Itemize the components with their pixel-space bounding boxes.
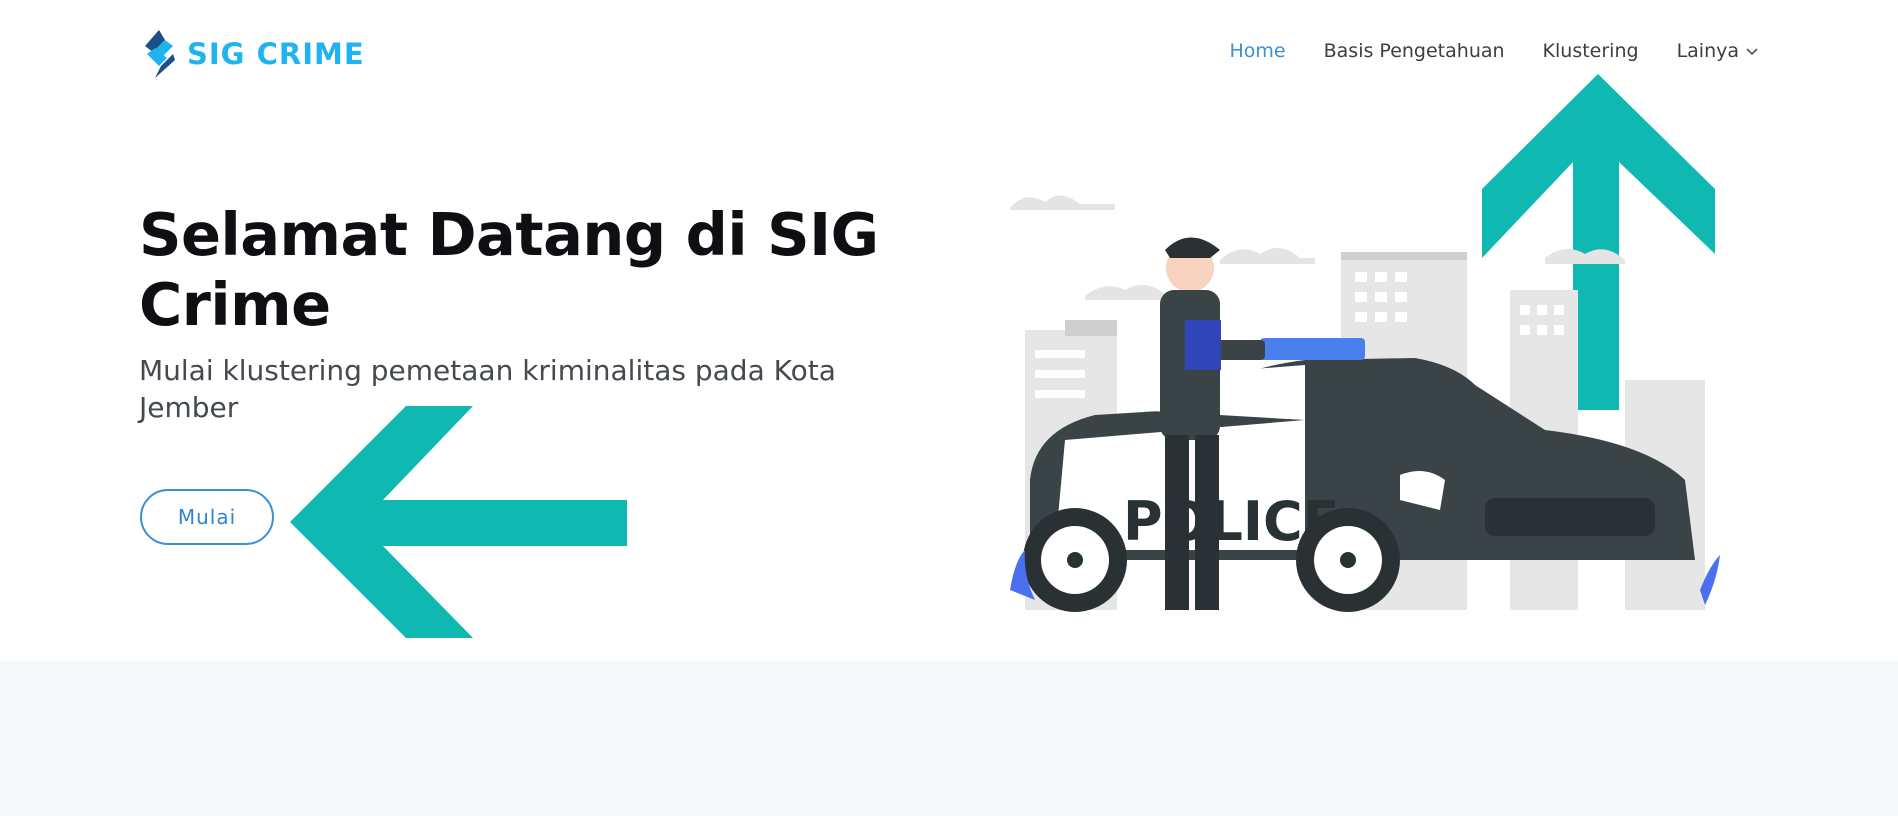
brand-logo[interactable]: SIG CRIME xyxy=(139,28,365,80)
chevron-down-icon xyxy=(1746,48,1758,56)
main-nav: Home Basis Pengetahuan Klustering Lainya xyxy=(1230,40,1759,62)
mulai-button[interactable]: Mulai xyxy=(140,489,274,545)
police-car: POLICE xyxy=(1023,338,1695,612)
arrow-left-icon xyxy=(290,406,627,638)
hero-title: Selamat Datang di SIG Crime xyxy=(139,200,879,339)
nav-klustering[interactable]: Klustering xyxy=(1543,40,1639,62)
nav-home[interactable]: Home xyxy=(1230,40,1286,62)
clouds xyxy=(1010,195,1625,300)
police-illustration: POLICE xyxy=(1010,195,1720,612)
nav-lainya-label: Lainya xyxy=(1676,40,1739,62)
brand-name: SIG CRIME xyxy=(187,37,365,71)
next-section-band xyxy=(0,661,1898,816)
nav-lainya[interactable]: Lainya xyxy=(1677,40,1759,62)
logo-mark-icon xyxy=(145,30,175,78)
nav-basis-pengetahuan[interactable]: Basis Pengetahuan xyxy=(1324,40,1505,62)
